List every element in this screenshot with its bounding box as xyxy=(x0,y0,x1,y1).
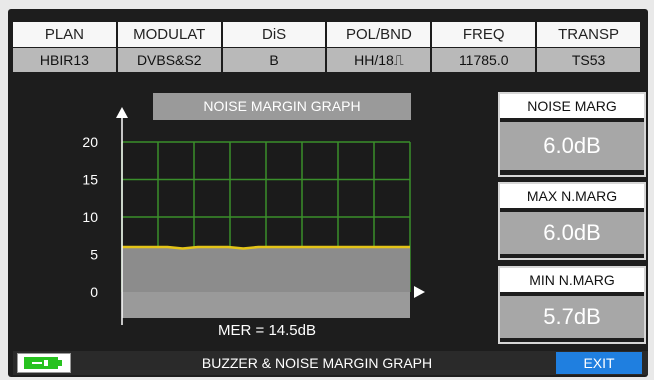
header-label-transp: TRANSP xyxy=(535,22,640,47)
mer-readout: MER = 14.5dB xyxy=(218,322,316,339)
frequency-value: 11785.0 xyxy=(430,48,536,72)
noise-margin-label: NOISE MARG xyxy=(500,94,644,118)
y-tick-label: 5 xyxy=(90,247,98,263)
min-noise-margin-label: MIN N.MARG xyxy=(500,268,644,292)
header-label-dis: DiS xyxy=(220,22,326,47)
y-tick-label: 10 xyxy=(82,209,98,225)
noise-margin-area xyxy=(122,247,410,292)
graph-title: NOISE MARGIN GRAPH xyxy=(153,93,411,120)
noise-margin-graph: 20 15 10 5 0 xyxy=(82,107,425,325)
y-tick-label: 20 xyxy=(82,134,98,150)
min-noise-margin-panel: MIN N.MARG 5.7dB xyxy=(498,266,646,344)
x-axis-band xyxy=(122,292,410,318)
header-values-row: HBIR13 DVBS&S2 B HH/18⎍ 11785.0 TS53 xyxy=(13,48,640,72)
exit-button[interactable]: EXIT xyxy=(556,352,642,374)
transponder-value: TS53 xyxy=(535,48,640,72)
header-label-freq: FREQ xyxy=(430,22,536,47)
plan-value: HBIR13 xyxy=(13,48,116,72)
noise-margin-value: 6.0dB xyxy=(500,122,644,170)
y-axis-arrow-icon xyxy=(116,107,128,118)
header-label-plan: PLAN xyxy=(13,22,116,47)
max-noise-margin-label: MAX N.MARG xyxy=(500,184,644,208)
status-text: BUZZER & NOISE MARGIN GRAPH xyxy=(201,355,433,371)
y-tick-label: 0 xyxy=(90,284,98,300)
x-axis-arrow-icon xyxy=(414,286,425,298)
y-tick-label: 15 xyxy=(82,172,98,188)
header-labels-row: PLAN MODULAT DiS POL/BND FREQ TRANSP xyxy=(13,22,640,47)
min-noise-margin-value: 5.7dB xyxy=(500,296,644,338)
pol-band-value: HH/18⎍ xyxy=(325,48,431,72)
dis-value: B xyxy=(220,48,326,72)
header-label-modulat: MODULAT xyxy=(115,22,221,47)
modulation-value: DVBS&S2 xyxy=(115,48,221,72)
header-label-pol-bnd: POL/BND xyxy=(325,22,431,47)
status-bar: BUZZER & NOISE MARGIN GRAPH EXIT xyxy=(13,351,648,375)
max-noise-margin-value: 6.0dB xyxy=(500,212,644,254)
noise-margin-panel: NOISE MARG 6.0dB xyxy=(498,92,646,177)
battery-icon xyxy=(17,353,71,373)
max-noise-margin-panel: MAX N.MARG 6.0dB xyxy=(498,182,646,260)
